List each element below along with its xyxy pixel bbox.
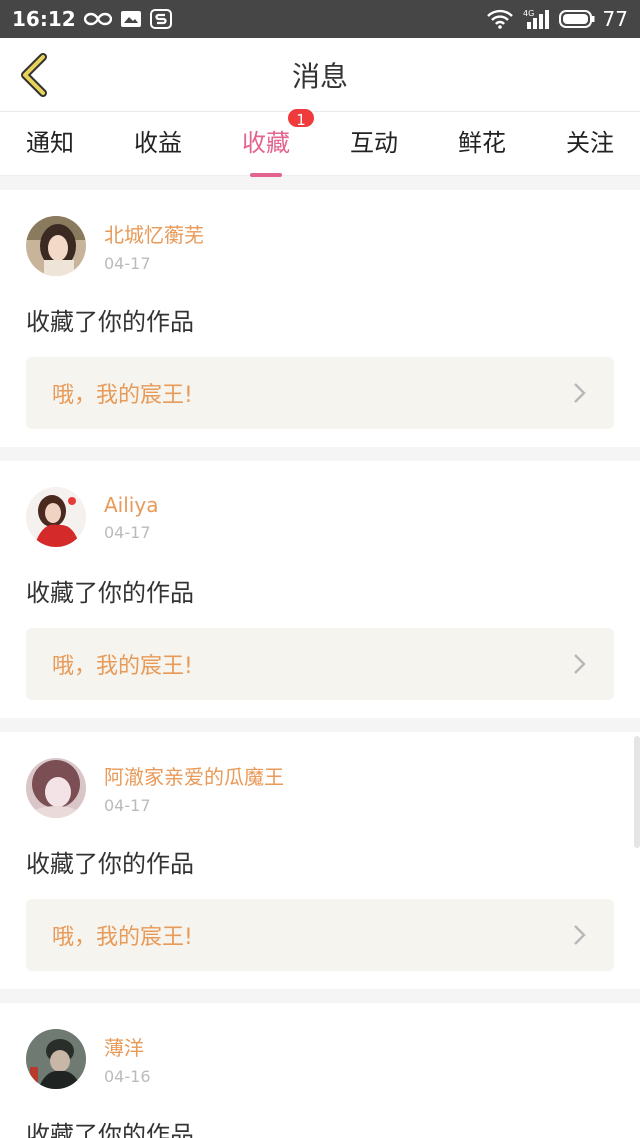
tab-label: 互动 bbox=[350, 129, 398, 157]
page-title: 消息 bbox=[291, 59, 348, 93]
tab-label: 收益 bbox=[134, 129, 182, 157]
username[interactable]: Ailiya bbox=[104, 493, 158, 517]
chevron-right-icon bbox=[570, 654, 590, 674]
tab-flowers[interactable]: 鲜花 bbox=[458, 123, 506, 164]
tab-bar: 通知 收益 收藏 1 互动 鲜花 关注 bbox=[0, 107, 640, 177]
tab-interactions[interactable]: 互动 bbox=[350, 123, 398, 164]
chevron-right-icon bbox=[570, 925, 590, 945]
work-title: 哦，我的宸王! bbox=[52, 654, 193, 679]
battery-icon bbox=[558, 9, 595, 29]
divider bbox=[0, 718, 640, 732]
work-title: 哦，我的宸王! bbox=[52, 383, 193, 408]
wifi-icon bbox=[486, 9, 513, 29]
divider bbox=[0, 989, 640, 1003]
action-text: 收藏了你的作品 bbox=[26, 850, 194, 878]
message-date: 04-17 bbox=[104, 254, 151, 273]
tab-label: 通知 bbox=[26, 129, 74, 157]
message-date: 04-17 bbox=[104, 522, 151, 542]
status-time: 16:12 bbox=[12, 7, 76, 31]
divider bbox=[0, 176, 640, 190]
action-text: 收藏了你的作品 bbox=[26, 1121, 194, 1138]
header-bar: 消息 bbox=[0, 38, 640, 112]
app-s-icon bbox=[149, 9, 172, 29]
notification-icon bbox=[120, 10, 142, 28]
message-card: 阿澈家亲爱的瓜魔王 04-17 收藏了你的作品 哦，我的宸王! bbox=[0, 732, 640, 989]
action-text: 收藏了你的作品 bbox=[26, 579, 194, 607]
tab-label: 鲜花 bbox=[458, 129, 506, 157]
work-link[interactable]: 哦，我的宸王! bbox=[26, 357, 614, 429]
signal-icon: 4G bbox=[521, 8, 551, 30]
tab-follow[interactable]: 关注 bbox=[566, 123, 614, 164]
tab-income[interactable]: 收益 bbox=[134, 123, 182, 164]
scrollbar[interactable] bbox=[634, 736, 640, 848]
work-link[interactable]: 哦，我的宸王! bbox=[26, 628, 614, 700]
network-label: 4G bbox=[523, 9, 534, 18]
avatar[interactable] bbox=[26, 487, 86, 547]
active-tab-indicator bbox=[250, 173, 282, 177]
unread-badge: 1 bbox=[286, 107, 316, 129]
chevron-right-icon bbox=[570, 383, 590, 403]
work-title: 哦，我的宸王! bbox=[52, 925, 193, 950]
username[interactable]: 北城忆蘅芜 bbox=[104, 219, 204, 248]
infinity-icon bbox=[83, 12, 112, 26]
tab-label: 收藏 bbox=[242, 129, 290, 157]
avatar[interactable] bbox=[26, 1029, 86, 1089]
tab-favorites[interactable]: 收藏 1 bbox=[242, 107, 316, 177]
message-date: 04-16 bbox=[104, 1067, 151, 1086]
back-button[interactable] bbox=[12, 52, 56, 98]
action-text: 收藏了你的作品 bbox=[26, 308, 194, 336]
status-bar: 16:12 4G 77 bbox=[0, 0, 640, 38]
message-card: Ailiya 04-17 收藏了你的作品 哦，我的宸王! bbox=[0, 461, 640, 718]
message-card: 北城忆蘅芜 04-17 收藏了你的作品 哦，我的宸王! bbox=[0, 190, 640, 447]
username[interactable]: 薄洋 bbox=[104, 1032, 151, 1061]
username[interactable]: 阿澈家亲爱的瓜魔王 bbox=[104, 761, 284, 790]
tab-label: 关注 bbox=[566, 129, 614, 157]
avatar[interactable] bbox=[26, 758, 86, 818]
battery-level: 77 bbox=[602, 7, 628, 31]
divider bbox=[0, 447, 640, 461]
chevron-left-icon bbox=[21, 53, 47, 97]
message-date: 04-17 bbox=[104, 796, 151, 815]
avatar[interactable] bbox=[26, 216, 86, 276]
message-card: 薄洋 04-16 收藏了你的作品 bbox=[0, 1003, 640, 1138]
tab-notify[interactable]: 通知 bbox=[26, 123, 74, 164]
work-link[interactable]: 哦，我的宸王! bbox=[26, 899, 614, 971]
